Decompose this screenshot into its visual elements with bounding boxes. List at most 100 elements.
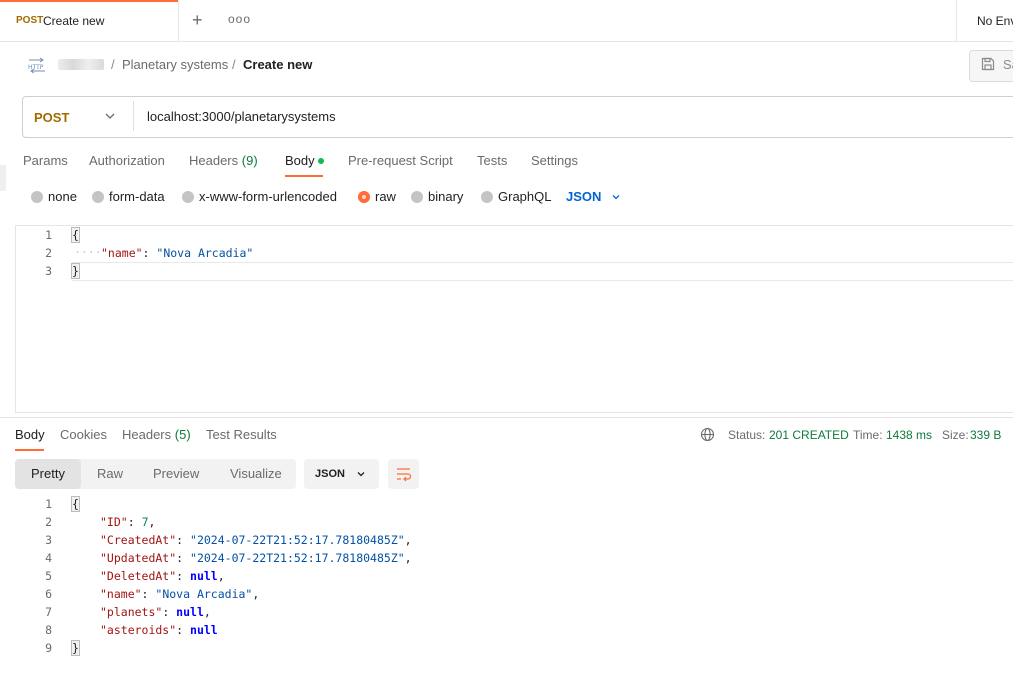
radio-graphql[interactable] xyxy=(481,191,493,203)
size-value[interactable]: 339 B xyxy=(970,428,1001,442)
body-indicator-dot xyxy=(318,158,324,164)
url-input[interactable]: localhost:3000/planetarysystems xyxy=(147,109,336,124)
code-line: "ID": 7, xyxy=(100,515,155,529)
radio-none[interactable] xyxy=(31,191,43,203)
code-brace: } xyxy=(71,640,80,656)
radio-form-data[interactable] xyxy=(92,191,104,203)
tab-authorization[interactable]: Authorization xyxy=(89,153,165,168)
body-format-selector[interactable]: JSON xyxy=(566,189,601,204)
response-tab-body[interactable]: Body xyxy=(15,427,45,442)
more-tabs-icon[interactable]: ooo xyxy=(228,12,251,26)
time-label: Time: xyxy=(853,428,883,442)
tab-headers[interactable]: Headers (9) xyxy=(189,153,258,168)
chevron-down-icon[interactable] xyxy=(104,110,116,122)
line-number: 3 xyxy=(45,533,52,547)
line-number: 6 xyxy=(45,587,52,601)
radio-none-label: none xyxy=(48,189,77,204)
indent-dots: ···· xyxy=(74,245,102,259)
json-comma: , xyxy=(217,569,225,583)
line-number: 1 xyxy=(45,497,52,511)
radio-urlencoded[interactable] xyxy=(182,191,194,203)
json-colon: : xyxy=(141,587,156,601)
http-request-icon: HTTP xyxy=(28,57,45,73)
json-value: "Nova Arcadia" xyxy=(156,246,254,260)
response-tab-headers[interactable]: Headers (5) xyxy=(122,427,191,442)
method-selector[interactable]: POST xyxy=(34,110,69,125)
json-colon: : xyxy=(142,246,157,260)
line-number: 9 xyxy=(45,641,52,655)
environment-selector[interactable]: No Env xyxy=(977,14,1013,28)
json-colon: : xyxy=(162,605,177,619)
tab-tests[interactable]: Tests xyxy=(477,153,507,168)
json-value: "2024-07-22T21:52:17.78180485Z" xyxy=(190,551,405,565)
code-brace: { xyxy=(71,227,80,243)
time-value[interactable]: 1438 ms xyxy=(886,428,932,442)
json-key: "CreatedAt" xyxy=(100,533,177,547)
svg-text:HTTP: HTTP xyxy=(28,64,44,71)
breadcrumb-separator: / xyxy=(232,57,236,72)
view-pretty[interactable]: Pretty xyxy=(31,466,65,481)
json-comma: , xyxy=(148,515,156,529)
json-comma: , xyxy=(404,551,412,565)
tab-headers-label: Headers xyxy=(189,153,239,168)
pane-divider[interactable] xyxy=(0,417,1013,418)
json-value: null xyxy=(190,623,218,637)
json-key: "name" xyxy=(101,246,143,260)
wrap-lines-icon xyxy=(397,468,412,482)
tab-headers-count: (9) xyxy=(241,153,258,168)
json-key: "ID" xyxy=(100,515,128,529)
line-number: 3 xyxy=(45,264,52,278)
size-label: Size: xyxy=(942,428,969,442)
new-tab-plus-icon[interactable]: + xyxy=(192,10,203,31)
response-tab-test-results[interactable]: Test Results xyxy=(206,427,277,442)
radio-binary[interactable] xyxy=(411,191,423,203)
tab-params[interactable]: Params xyxy=(23,153,68,168)
tab-body[interactable]: Body xyxy=(285,153,315,168)
json-colon: : xyxy=(176,569,191,583)
json-comma: , xyxy=(404,533,412,547)
globe-icon[interactable] xyxy=(700,427,715,442)
json-value: "Nova Arcadia" xyxy=(155,587,253,601)
view-visualize[interactable]: Visualize xyxy=(230,466,282,481)
json-value: null xyxy=(176,605,204,619)
line-number: 2 xyxy=(45,515,52,529)
blurred-collection-name xyxy=(58,59,104,70)
url-divider xyxy=(133,101,134,131)
tab-name-label: Create new xyxy=(43,14,105,28)
json-key: "planets" xyxy=(100,605,163,619)
json-comma: , xyxy=(252,587,260,601)
code-line: "DeletedAt": null, xyxy=(100,569,225,583)
json-colon: : xyxy=(176,551,191,565)
status-value[interactable]: 201 CREATED xyxy=(769,428,849,442)
json-colon: : xyxy=(176,623,191,637)
active-tab-underline xyxy=(15,449,44,451)
line-number: 2 xyxy=(45,246,52,260)
json-key: "name" xyxy=(100,587,142,601)
line-number: 8 xyxy=(45,623,52,637)
json-value: null xyxy=(190,569,218,583)
code-line: "CreatedAt": "2024-07-22T21:52:17.781804… xyxy=(100,533,412,547)
tab-method-label: POST xyxy=(16,15,44,26)
response-tab-headers-count: (5) xyxy=(174,427,191,442)
response-format-label: JSON xyxy=(315,468,345,480)
response-tab-headers-label: Headers xyxy=(122,427,172,442)
chevron-down-icon[interactable] xyxy=(611,192,621,202)
line-number: 7 xyxy=(45,605,52,619)
status-label: Status: xyxy=(728,428,766,442)
radio-raw[interactable] xyxy=(358,191,370,203)
view-raw[interactable]: Raw xyxy=(97,466,123,481)
tab-pre-request-script[interactable]: Pre-request Script xyxy=(348,153,453,168)
active-tab-underline xyxy=(285,175,323,177)
radio-urlencoded-label: x-www-form-urlencoded xyxy=(199,189,337,204)
json-key: "DeletedAt" xyxy=(100,569,177,583)
breadcrumb-current: Create new xyxy=(243,57,313,72)
json-colon: : xyxy=(176,533,191,547)
view-preview[interactable]: Preview xyxy=(153,466,199,481)
tab-settings[interactable]: Settings xyxy=(531,153,578,168)
code-line: "asteroids": null xyxy=(100,623,218,637)
response-tab-cookies[interactable]: Cookies xyxy=(60,427,107,442)
code-line: "name": "Nova Arcadia", xyxy=(100,587,259,601)
json-colon: : xyxy=(127,515,142,529)
breadcrumb-parent[interactable]: Planetary systems xyxy=(122,57,228,72)
code-brace: { xyxy=(71,496,80,512)
